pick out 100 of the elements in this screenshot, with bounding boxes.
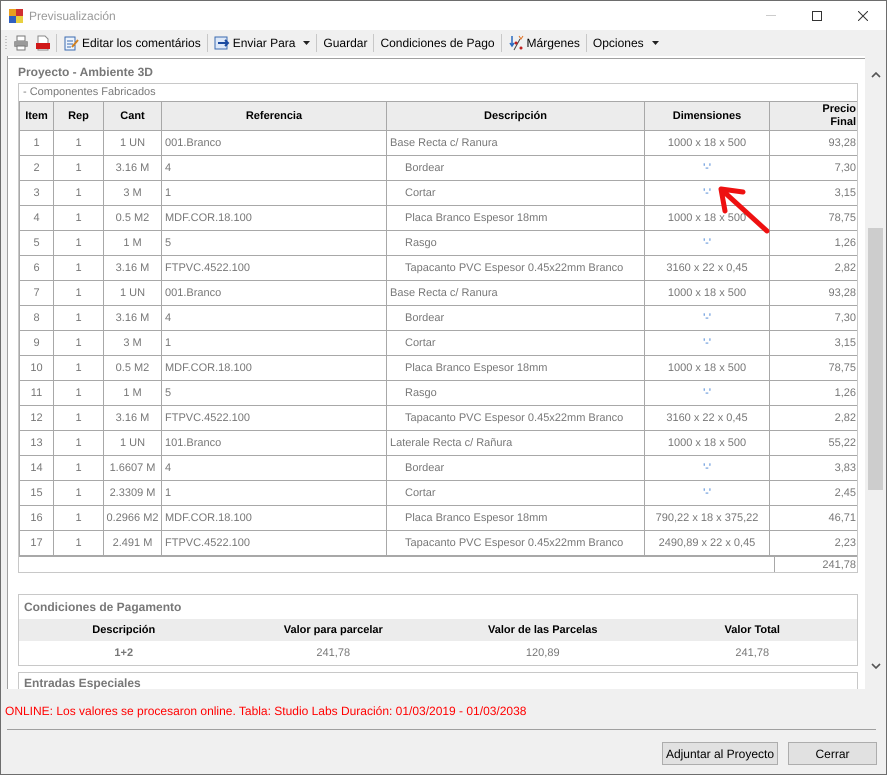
table-cell: 3160 x 22 x 0,45 <box>644 406 770 430</box>
table-cell: Rasgo <box>386 230 644 256</box>
table-cell: 001.Branco <box>162 280 386 306</box>
table-cell: 1 <box>54 256 104 280</box>
close-dialog-button[interactable]: Cerrar <box>788 742 877 765</box>
table-cell: '-' <box>644 230 770 256</box>
table-cell: FTPVC.4522.100 <box>162 530 386 556</box>
app-icon <box>9 8 23 22</box>
column-header: Cant <box>104 102 162 130</box>
table-cell: '-' <box>644 156 770 180</box>
table-cell: 6 <box>20 256 54 280</box>
table-cell: 12 <box>20 406 54 430</box>
table-cell: 0.5 M2 <box>104 206 162 230</box>
table-cell: Bordear <box>386 456 644 480</box>
table-cell: Tapacanto PVC Espesor 0.45x22mm Branco <box>386 256 644 280</box>
toolbar-dropdown[interactable]: Enviar Para <box>210 32 314 54</box>
table-cell: Base Recta c/ Ranura <box>386 130 644 156</box>
toolbar-grip-icon <box>5 35 8 51</box>
printer-icon <box>13 35 29 51</box>
table-cell: 3.16 M <box>104 156 162 180</box>
table-cell: 1 UN <box>104 280 162 306</box>
table-cell: 8 <box>20 306 54 330</box>
table-cell: 1 <box>54 230 104 256</box>
table-cell: 14 <box>20 456 54 480</box>
table-cell: 2490,89 x 22 x 0,45 <box>644 530 770 556</box>
report-title: Proyecto - Ambiente 3D <box>18 64 154 81</box>
pdf-file-icon <box>35 35 51 51</box>
table-cell: 1 <box>54 280 104 306</box>
scroll-thumb[interactable] <box>868 228 883 490</box>
table-cell: 3.16 M <box>104 406 162 430</box>
table-cell: 1 <box>54 506 104 530</box>
table-cell: 3 M <box>104 180 162 206</box>
table-cell: 5 <box>162 230 386 256</box>
table-cell: MDF.COR.18.100 <box>162 206 386 230</box>
table-cell: 1 <box>20 130 54 156</box>
attach-button[interactable]: Adjuntar al Proyecto <box>662 742 778 765</box>
table-cell: '-' <box>644 380 770 406</box>
toolbar-button[interactable]: Editar los comentários <box>59 32 205 54</box>
table-cell: 1000 x 18 x 500 <box>644 206 770 230</box>
table-cell: FTPVC.4522.100 <box>162 256 386 280</box>
close-icon <box>858 10 868 20</box>
table-cell: 2 <box>20 156 54 180</box>
table-cell: 4 <box>162 456 386 480</box>
table-cell: 1000 x 18 x 500 <box>644 280 770 306</box>
table-cell: '-' <box>644 456 770 480</box>
table-cell: 1 <box>54 356 104 380</box>
column-header: Valor para parcelar <box>282 622 384 638</box>
column-header: Rep <box>54 102 104 130</box>
column-header: Dimensiones <box>644 102 770 130</box>
table-cell: 5 <box>162 380 386 406</box>
column-header: Valor de las Parcelas <box>487 622 598 638</box>
column-header: Item <box>20 102 54 130</box>
toolbar-button[interactable]: Condiciones de Pago <box>376 32 499 54</box>
table-cell: Placa Branco Espesor 18mm <box>386 206 644 230</box>
table-cell: 16 <box>20 506 54 530</box>
table-cell: 1 <box>54 206 104 230</box>
table-cell: 1 <box>162 330 386 356</box>
table-cell: MDF.COR.18.100 <box>162 356 386 380</box>
table-cell: 1 <box>54 456 104 480</box>
table-cell: 1 UN <box>104 130 162 156</box>
table-cell: 2.491 M <box>104 530 162 556</box>
table-cell: Bordear <box>386 156 644 180</box>
caret-icon <box>652 41 659 45</box>
table-cell: 9 <box>20 330 54 356</box>
table-cell: 1 <box>54 480 104 506</box>
window-title: Previsualización <box>29 8 116 24</box>
toolbar-button[interactable]: Márgenes <box>504 32 584 54</box>
table-cell: Base Recta c/ Ranura <box>386 280 644 306</box>
table-cell: 1000 x 18 x 500 <box>644 356 770 380</box>
table-cell: 0.2966 M2 <box>104 506 162 530</box>
table-cell: '-' <box>644 480 770 506</box>
maximize-icon <box>812 10 822 20</box>
table-cell: 1 <box>162 180 386 206</box>
table-cell: Placa Branco Espesor 18mm <box>386 356 644 380</box>
table-cell: Rasgo <box>386 380 644 406</box>
margins-icon <box>508 35 524 51</box>
table-cell: 101.Branco <box>162 430 386 456</box>
column-header: Precio Final <box>770 102 857 130</box>
table-cell: 2.3309 M <box>104 480 162 506</box>
table-cell-text: 241,78 <box>734 646 770 661</box>
table-cell: 1 <box>54 530 104 556</box>
table-cell: '-' <box>644 330 770 356</box>
table-cell: 10 <box>20 356 54 380</box>
table-cell: 1.6607 M <box>104 456 162 480</box>
table-cell: 1 <box>54 156 104 180</box>
minimize-icon <box>766 15 776 16</box>
table-cell: Laterale Recta c/ Rañura <box>386 430 644 456</box>
toolbar-dropdown[interactable]: Opciones <box>588 32 663 54</box>
caret-icon <box>303 41 310 45</box>
table-cell: 15 <box>20 480 54 506</box>
table-cell: 001.Branco <box>162 130 386 156</box>
column-header: Referencia <box>162 102 386 130</box>
table-cell: 4 <box>162 306 386 330</box>
table-cell: 17 <box>20 530 54 556</box>
table-cell: 1000 x 18 x 500 <box>644 430 770 456</box>
table-cell: Cortar <box>386 330 644 356</box>
table-cell: 3160 x 22 x 0,45 <box>644 256 770 280</box>
table-cell: 0.5 M2 <box>104 356 162 380</box>
table-cell: 1 M <box>104 230 162 256</box>
toolbar-button[interactable]: Guardar <box>319 32 372 54</box>
